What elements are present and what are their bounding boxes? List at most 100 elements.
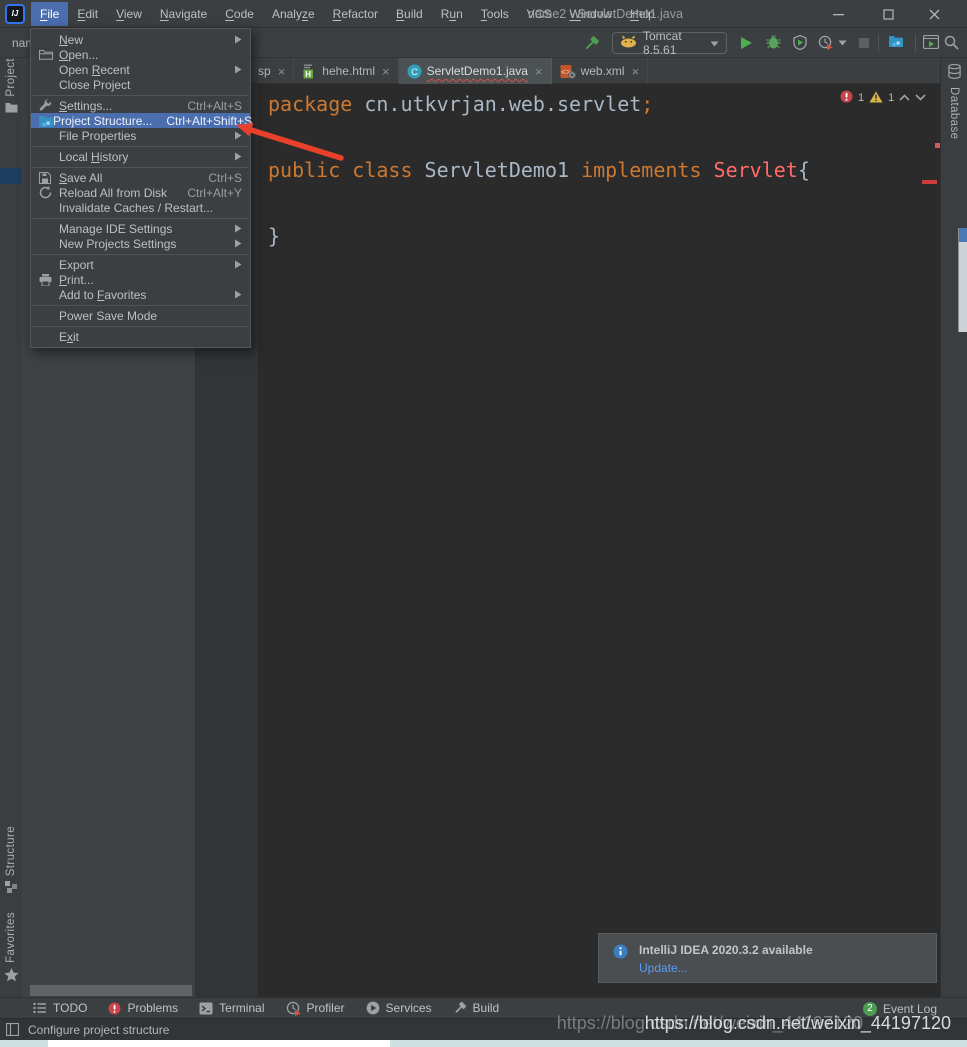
menu-item-new[interactable]: New <box>31 32 250 47</box>
editor-tab-bar: sp×Hhehe.html×CServletDemo1.java×<>web.x… <box>195 58 940 84</box>
editor-tab-servletdemo1-java[interactable]: CServletDemo1.java× <box>399 58 552 84</box>
event-log-button[interactable]: 2 Event Log <box>863 998 937 1019</box>
profiler-icon <box>286 1001 301 1016</box>
menu-item-settings[interactable]: Settings...Ctrl+Alt+S <box>31 98 250 113</box>
stop-button[interactable] <box>858 37 870 49</box>
run-configuration-selector[interactable]: Tomcat 8.5.61 <box>612 32 727 54</box>
toolwindow-button-terminal[interactable]: Terminal <box>199 1001 264 1015</box>
editor-tab-sp[interactable]: sp× <box>250 58 294 84</box>
menu-item-local-history[interactable]: Local History <box>31 149 250 164</box>
next-error-icon[interactable] <box>915 92 926 104</box>
profiler-dropdown-icon[interactable] <box>838 40 847 46</box>
error-circle-icon <box>108 1002 121 1015</box>
menubar-item-view[interactable]: View <box>107 2 151 26</box>
folder-open-icon <box>39 49 59 60</box>
menu-item-print[interactable]: Print... <box>31 272 250 287</box>
page-white-segment <box>48 1040 390 1047</box>
tab-close-icon[interactable]: × <box>632 64 640 79</box>
menubar-item-tools[interactable]: Tools <box>472 2 518 26</box>
toolwindow-button-profiler[interactable]: Profiler <box>286 1001 345 1016</box>
menu-item-label: Open Recent <box>59 63 130 77</box>
error-icon <box>840 90 853 106</box>
menubar-item-navigate[interactable]: Navigate <box>151 2 216 26</box>
menu-item-shortcut: Ctrl+Alt+S <box>173 99 242 113</box>
run-button[interactable] <box>740 36 753 50</box>
menubar-item-build[interactable]: Build <box>387 2 432 26</box>
menu-item-power-save-mode[interactable]: Power Save Mode <box>31 308 250 323</box>
run-window-button[interactable] <box>923 35 939 49</box>
tab-close-icon[interactable]: × <box>382 64 390 79</box>
event-log-badge: 2 <box>863 1002 877 1016</box>
submenu-arrow-icon <box>234 224 242 233</box>
toolwindow-button-build[interactable]: Build <box>453 1001 500 1015</box>
toolwindow-button-problems[interactable]: Problems <box>108 1001 178 1015</box>
toolwindow-button-todo[interactable]: TODO <box>33 1001 87 1015</box>
search-everywhere-button[interactable] <box>944 35 959 50</box>
menubar-item-analyze[interactable]: Analyze <box>263 2 324 26</box>
build-hammer-icon <box>453 1001 467 1015</box>
profiler-button[interactable] <box>818 35 833 50</box>
stripe-button-project[interactable]: Project <box>0 58 22 116</box>
update-notification: IntelliJ IDEA 2020.3.2 available Update.… <box>598 933 937 983</box>
menubar-item-code[interactable]: Code <box>216 2 263 26</box>
tab-close-icon[interactable]: × <box>535 64 543 79</box>
stripe-button-structure[interactable]: Structure <box>0 826 22 896</box>
star-icon <box>4 968 19 985</box>
toolwindow-button-label: Services <box>386 1001 432 1015</box>
menu-item-manage-ide-settings[interactable]: Manage IDE Settings <box>31 221 250 236</box>
minimize-button[interactable] <box>822 0 854 28</box>
window-title: name2 - ServletDemo1.java <box>528 7 683 21</box>
toolwindow-button-services[interactable]: Services <box>366 1001 432 1015</box>
database-icon <box>948 64 961 82</box>
project-structure-button[interactable] <box>889 35 903 47</box>
tab-label: hehe.html <box>322 64 375 78</box>
menu-item-label: Export <box>59 258 94 272</box>
menu-item-invalidate-caches-restart[interactable]: Invalidate Caches / Restart... <box>31 200 250 215</box>
toolwindow-toggle-icon[interactable] <box>6 1023 19 1039</box>
menu-item-new-projects-settings[interactable]: New Projects Settings <box>31 236 250 251</box>
maximize-button[interactable] <box>872 0 904 28</box>
menubar-item-edit[interactable]: Edit <box>68 2 107 26</box>
close-button[interactable] <box>918 0 950 28</box>
editor-tab-hehe-html[interactable]: Hhehe.html × <box>294 58 398 84</box>
menu-item-label: Manage IDE Settings <box>59 222 172 236</box>
code-text: package cn.utkvrjan.web.servlet; public … <box>268 88 810 253</box>
menu-item-label: Exit <box>59 330 79 344</box>
run-with-coverage-button[interactable] <box>793 35 807 50</box>
menu-item-shortcut: Ctrl+S <box>194 171 242 185</box>
menu-item-open-recent[interactable]: Open Recent <box>31 62 250 77</box>
toolwindow-button-label: Terminal <box>219 1001 264 1015</box>
event-log-label: Event Log <box>883 1002 937 1016</box>
menu-item-reload-all-from-disk[interactable]: Reload All from DiskCtrl+Alt+Y <box>31 185 250 200</box>
menu-item-exit[interactable]: Exit <box>31 329 250 344</box>
menu-item-save-all[interactable]: Save AllCtrl+S <box>31 170 250 185</box>
menu-item-add-to-favorites[interactable]: Add to Favorites <box>31 287 250 302</box>
tab-close-icon[interactable]: × <box>278 64 286 79</box>
update-link[interactable]: Update... <box>639 961 688 975</box>
menu-item-export[interactable]: Export <box>31 257 250 272</box>
code-line <box>268 187 810 220</box>
right-tool-stripe: Database <box>940 58 967 997</box>
menubar-item-run[interactable]: Run <box>432 2 472 26</box>
xml-file-icon: <> <box>560 64 576 79</box>
stripe-button-favorites[interactable]: Favorites <box>0 912 22 985</box>
editor-tab-web-xml[interactable]: <>web.xml× <box>552 58 649 84</box>
menubar-item-file[interactable]: File <box>31 2 68 26</box>
submenu-arrow-icon <box>234 131 242 140</box>
html-file-icon: H <box>302 64 317 79</box>
prev-error-icon[interactable] <box>899 92 910 104</box>
project-panel-hscrollbar[interactable] <box>30 985 192 996</box>
menu-item-project-structure[interactable]: Project Structure...Ctrl+Alt+Shift+S <box>31 113 250 128</box>
toolwindow-button-label: Profiler <box>307 1001 345 1015</box>
build-project-button[interactable] <box>583 35 600 52</box>
menu-item-close-project[interactable]: Close Project <box>31 77 250 92</box>
menu-item-open[interactable]: Open... <box>31 47 250 62</box>
menu-item-file-properties[interactable]: File Properties <box>31 128 250 143</box>
stripe-button-database[interactable]: Database <box>941 64 967 139</box>
page-background-strip <box>0 1040 967 1047</box>
inspections-widget[interactable]: 1 1 <box>840 90 926 106</box>
project-structure-icon <box>39 115 53 127</box>
debug-button[interactable] <box>766 35 781 49</box>
editor-area[interactable]: package cn.utkvrjan.web.servlet; public … <box>195 84 940 997</box>
menubar-item-refactor[interactable]: Refactor <box>324 2 387 26</box>
